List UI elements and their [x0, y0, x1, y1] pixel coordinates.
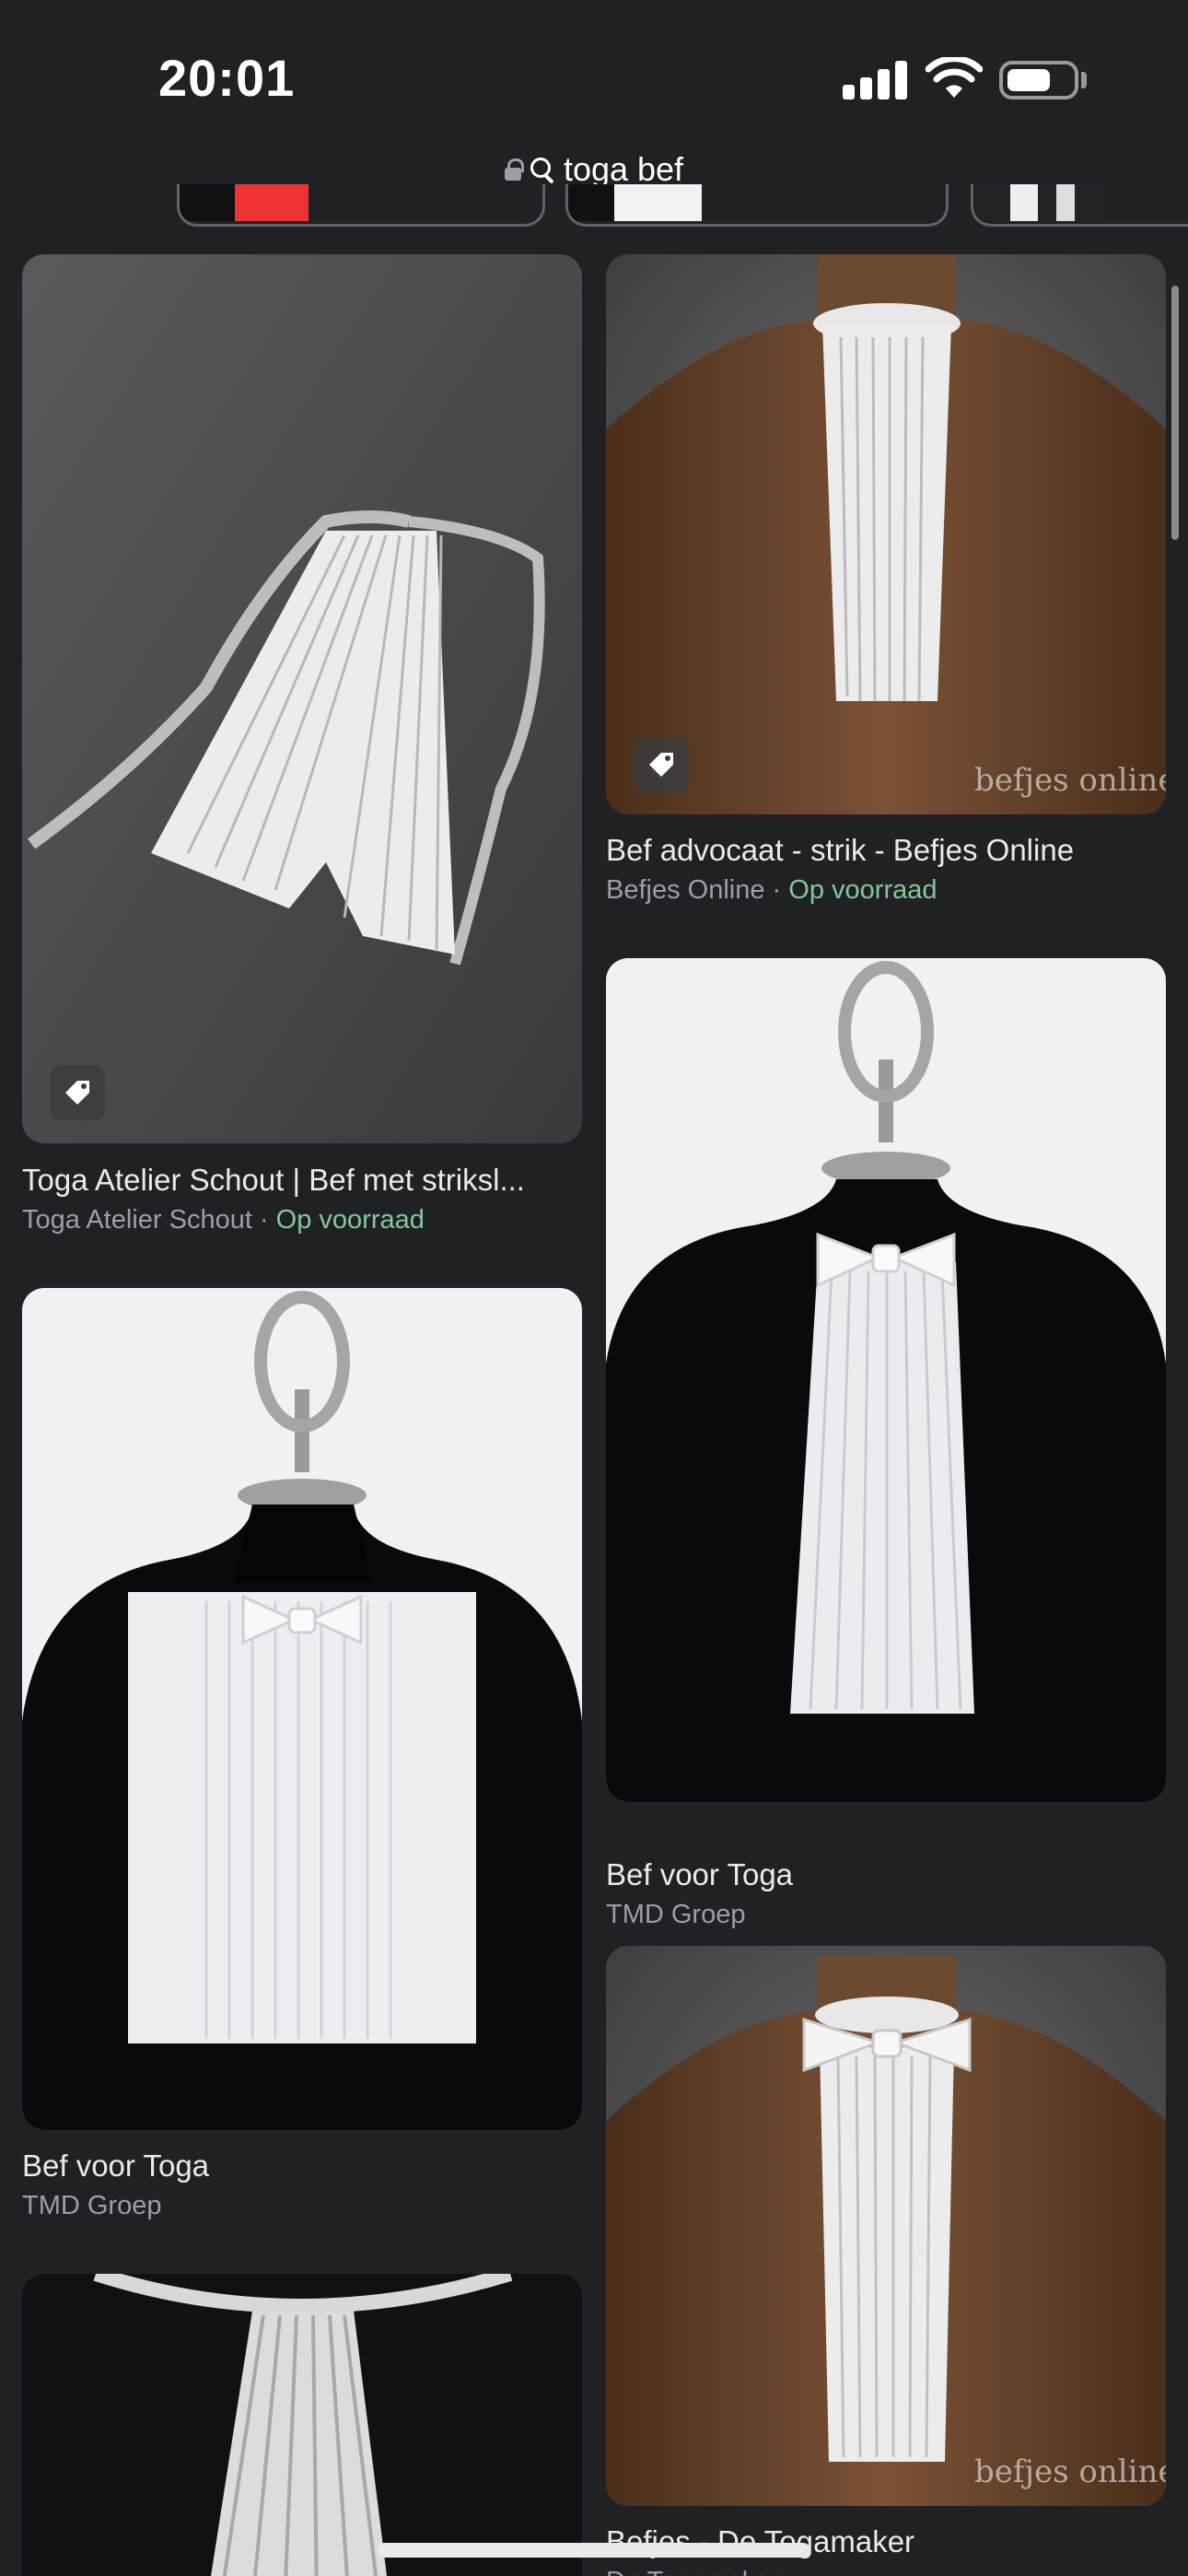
result-source: De Togamaker: [606, 2567, 779, 2576]
result-card[interactable]: befjes online Bef advocaat - strik - Bef…: [606, 254, 1166, 918]
scrollbar[interactable]: [1171, 286, 1179, 540]
cellular-signal-icon: [843, 61, 907, 100]
result-card[interactable]: [22, 2274, 582, 2576]
result-image[interactable]: [22, 2274, 582, 2576]
battery-cap: [1081, 72, 1087, 88]
result-image[interactable]: [22, 254, 582, 1143]
result-title[interactable]: Toga Atelier Schout | Bef met striksl...: [22, 1163, 525, 1198]
watermark-text: befjes online: [974, 762, 1166, 799]
related-chip-1[interactable]: [177, 184, 545, 227]
result-source: TMD Groep: [606, 1900, 746, 1929]
watermark-text: befjes online: [974, 2453, 1166, 2490]
result-source: TMD Groep: [22, 2191, 162, 2220]
search-icon: [529, 156, 556, 183]
wifi-icon: [926, 57, 983, 98]
related-chip-2[interactable]: [565, 184, 949, 227]
product-tag-icon: [50, 1065, 105, 1120]
lock-icon: [504, 158, 524, 181]
result-card[interactable]: Bef voor Toga TMD Groep: [606, 958, 1166, 1929]
result-card[interactable]: befjes online Befjes - De Togamaker De T…: [606, 1946, 1166, 2576]
status-bar: 20:01: [0, 0, 1188, 147]
result-image[interactable]: befjes online: [606, 1946, 1166, 2506]
result-title[interactable]: Bef voor Toga: [22, 2149, 209, 2184]
result-source: Toga Atelier Schout · Op voorraad: [22, 1205, 425, 1235]
result-card[interactable]: Bef voor Toga TMD Groep: [22, 1288, 582, 2228]
battery-icon: [999, 61, 1078, 100]
search-query[interactable]: toga bef: [564, 150, 683, 189]
result-image[interactable]: [22, 1288, 582, 2130]
result-source: Befjes Online · Op voorraad: [606, 875, 938, 905]
related-chip-3[interactable]: [971, 184, 1188, 227]
stock-status: Op voorraad: [275, 1205, 425, 1235]
status-time: 20:01: [158, 49, 296, 107]
result-title[interactable]: Bef voor Toga: [606, 1857, 793, 1892]
result-image[interactable]: [606, 958, 1166, 1802]
result-image[interactable]: befjes online: [606, 254, 1166, 814]
result-card[interactable]: Toga Atelier Schout | Bef met striksl...…: [22, 254, 582, 1249]
result-title[interactable]: Bef advocaat - strik - Befjes Online: [606, 833, 1074, 868]
product-tag-icon: [634, 737, 689, 792]
stock-status: Op voorraad: [788, 875, 938, 905]
home-indicator[interactable]: [378, 2543, 810, 2558]
